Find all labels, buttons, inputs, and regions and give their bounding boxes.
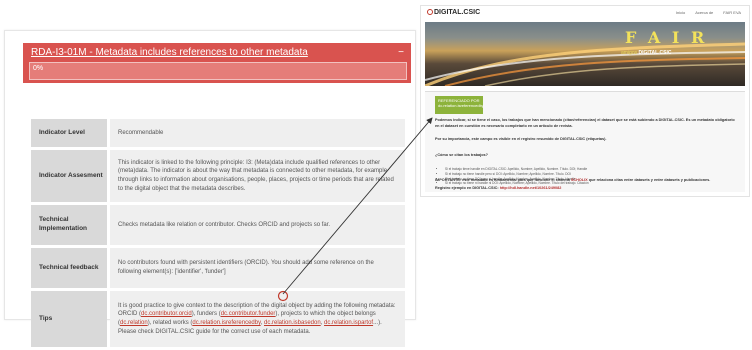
collapse-icon[interactable]: − (398, 47, 404, 58)
link-relation-isbasedon[interactable]: dc.relation.isbasedon (264, 320, 321, 326)
tips-text: It is good practice to give context to t… (118, 302, 397, 337)
fair-subtitle: amigos DIGITAL.CSIC (621, 50, 671, 56)
indicator-header[interactable]: RDA-I3-01M - Metadata includes reference… (23, 43, 411, 83)
row-indicator-level: Indicator Level Recommendable (31, 119, 405, 147)
fair-banner: F A I R amigos DIGITAL.CSIC (425, 22, 745, 86)
logo-text: DIGITAL.CSIC (434, 9, 481, 16)
guide-example: Registro ejemplo en DIGITAL.CSIC: http:/… (435, 186, 735, 192)
row-indicator-assesment: Indicator Assesment This indicator is li… (31, 150, 405, 202)
link-relation-ispartof[interactable]: dc.relation.ispartof (324, 320, 373, 326)
row-label: Technical Implementation (31, 205, 107, 245)
row-value: Checks metadata like relation or contrib… (110, 205, 405, 245)
nav-item-acerca[interactable]: Acerca de (695, 10, 713, 15)
paragraph-2-text: Por su importancia, este campo es visibl… (435, 137, 607, 141)
score-value: 0% (33, 65, 44, 72)
guide-important: IMPORTANTE: este metadato es fundamental… (435, 178, 735, 184)
referenced-by-badge: REFERENCIADO POR dc.relation.isreference… (435, 96, 484, 114)
guide-paragraph-1: Podemos indicar, si se tiene el caso, lo… (435, 118, 735, 129)
score-badge: 0% (29, 62, 407, 80)
digital-csic-logo[interactable]: DIGITAL.CSIC (427, 9, 480, 16)
top-nav: Inicio Acerca de FAIR EVA (676, 10, 741, 15)
row-tips: Tips It is good practice to give context… (31, 291, 405, 347)
row-label: Technical feedback (31, 248, 107, 288)
indicator-title[interactable]: RDA-I3-01M - Metadata includes reference… (31, 47, 308, 58)
indicator-panel: RDA-I3-01M - Metadata includes reference… (4, 30, 416, 347)
tips-text-4: ), related works ( (147, 320, 193, 326)
badge-line-2: dc.relation.isreferencedby (438, 103, 484, 109)
link-relation[interactable]: dc.relation (120, 320, 148, 326)
row-value: Recommendable (110, 119, 405, 147)
row-value: No contributors found with persistent id… (110, 248, 405, 288)
important-pre: IMPORTANTE: este metadato es fundamental… (435, 178, 571, 182)
row-technical-implementation: Technical Implementation Checks metadata… (31, 205, 405, 245)
fair-title: F A I R (625, 28, 708, 47)
row-label: Tips (31, 291, 107, 347)
guide-content: REFERENCIADO POR dc.relation.isreference… (425, 91, 745, 192)
row-value: It is good practice to give context to t… (110, 291, 405, 347)
row-label: Indicator Assesment (31, 150, 107, 202)
top-bar: DIGITAL.CSIC Inicio Acerca de FAIR EVA (421, 6, 749, 21)
example-handle-link[interactable]: http://hdl.handle.net/10261/249082 (500, 186, 562, 190)
link-contributor-orcid[interactable]: dc.contributor.orcid (141, 311, 192, 317)
guide-paragraph-2: Por su importancia, este campo es visibl… (435, 137, 735, 143)
question-text: ¿Cómo se citan los trabajos? (435, 153, 488, 157)
row-technical-feedback: Technical feedback No contributors found… (31, 248, 405, 288)
scholix-link[interactable]: SCHOLIX (571, 178, 588, 182)
row-label: Indicator Level (31, 119, 107, 147)
link-relation-isreferencedby[interactable]: dc.relation.isreferencedby (192, 320, 260, 326)
tips-text-2: ), funders ( (191, 311, 221, 318)
example-pre: Registro ejemplo en DIGITAL.CSIC: (435, 186, 500, 190)
important-post: que relaciona citas entre datasets y ent… (587, 178, 711, 182)
paragraph-1-text: Podemos indicar, si se tiene el caso, lo… (435, 118, 735, 128)
fair-subtitle-bold: DIGITAL.CSIC (638, 50, 672, 56)
logo-ring-icon (427, 9, 433, 15)
row-value: This indicator is linked to the followin… (110, 150, 405, 202)
fair-subtitle-pre: amigos (621, 50, 639, 56)
nav-item-fair-eva[interactable]: FAIR EVA (723, 10, 741, 15)
digital-csic-page: DIGITAL.CSIC Inicio Acerca de FAIR EVA F… (420, 5, 750, 197)
indicator-table: Indicator Level Recommendable Indicator … (31, 119, 405, 350)
link-contributor-funder[interactable]: dc.contributor.funder (221, 311, 276, 317)
guide-question: ¿Cómo se citan los trabajos? (435, 153, 735, 159)
nav-item-inicio[interactable]: Inicio (676, 10, 685, 15)
